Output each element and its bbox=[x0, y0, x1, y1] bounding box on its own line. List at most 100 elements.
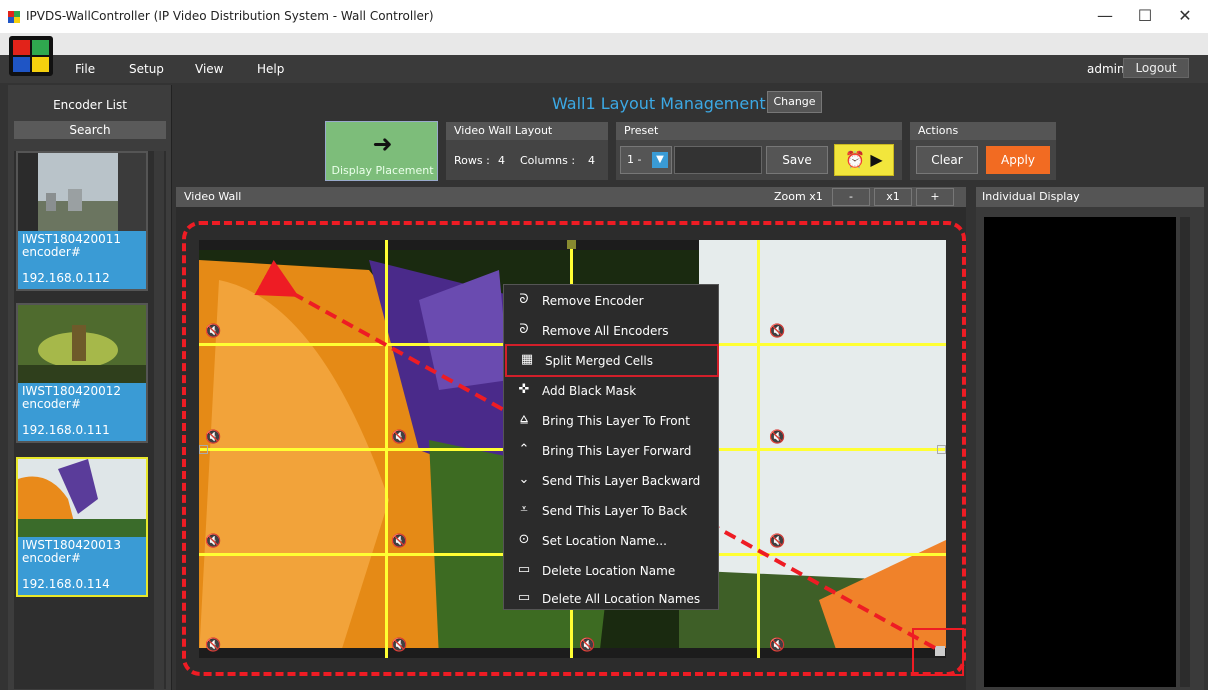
actions-header: Actions bbox=[910, 122, 1056, 140]
preset-select-value: 1 - bbox=[627, 153, 642, 166]
play-icon: ▶ bbox=[865, 150, 883, 169]
apply-button[interactable]: Apply bbox=[986, 146, 1050, 174]
rows-label: Rows : bbox=[454, 154, 490, 167]
menu-item-label: Send This Layer To Back bbox=[542, 504, 688, 518]
send-backward-icon: ⌄ bbox=[518, 472, 530, 487]
remove-all-encoders-icon: ᘐ bbox=[519, 322, 529, 337]
menu-bring-to-front[interactable]: ⩠ Bring This Layer To Front bbox=[504, 406, 720, 436]
window-title: IPVDS-WallController (IP Video Distribut… bbox=[26, 9, 434, 23]
encoder-list-panel: Encoder List Search IWST180420011 encode… bbox=[8, 85, 172, 690]
menu-item-label: Delete Location Name bbox=[542, 564, 676, 578]
menu-item-label: Bring This Layer Forward bbox=[542, 444, 692, 458]
layout-title: Wall1 Layout Management bbox=[552, 94, 766, 113]
display-placement-label: Display Placement bbox=[331, 164, 434, 177]
annotation-target-box bbox=[912, 628, 964, 676]
schedule-play-button[interactable]: ⏰ ▶ bbox=[834, 144, 894, 176]
video-wall-header: Video Wall Zoom x1 - x1 + bbox=[176, 187, 966, 207]
remove-encoder-icon: ᘐ bbox=[519, 292, 529, 307]
actions-panel: Clear Apply bbox=[910, 140, 1056, 180]
menu-view[interactable]: View bbox=[195, 62, 223, 76]
menu-help[interactable]: Help bbox=[257, 62, 284, 76]
menu-remove-all-encoders[interactable]: ᘐ Remove All Encoders bbox=[504, 316, 720, 346]
encoder-list[interactable]: IWST180420011 encoder# 192.168.0.112 IWS… bbox=[14, 151, 166, 689]
menu-remove-encoder[interactable]: ᘐ Remove Encoder bbox=[504, 286, 720, 316]
maximize-button[interactable]: ☐ bbox=[1130, 6, 1160, 25]
zoom-in-button[interactable]: + bbox=[916, 188, 954, 206]
columns-value[interactable]: 4 bbox=[588, 154, 595, 167]
columns-label: Columns : bbox=[520, 154, 576, 167]
context-menu: ᘐ Remove Encoder ᘐ Remove All Encoders ▦… bbox=[503, 284, 719, 610]
add-mask-icon: ✜ bbox=[518, 382, 530, 397]
preset-panel: 1 - ▼ Save ⏰ ▶ bbox=[616, 140, 902, 180]
menu-split-merged-cells[interactable]: ▦ Split Merged Cells bbox=[505, 344, 719, 377]
encoder-thumbnail bbox=[18, 153, 146, 231]
menu-item-label: Send This Layer Backward bbox=[542, 474, 701, 488]
individual-display-title: Individual Display bbox=[982, 190, 1080, 203]
logout-button[interactable]: Logout bbox=[1123, 58, 1189, 78]
menu-delete-location-name[interactable]: ▭ Delete Location Name bbox=[504, 556, 720, 586]
encoder-card[interactable]: IWST180420011 encoder# 192.168.0.112 bbox=[16, 151, 148, 291]
app-icon bbox=[8, 11, 20, 23]
menu-add-black-mask[interactable]: ✜ Add Black Mask bbox=[504, 376, 720, 406]
zoom-reset-button[interactable]: x1 bbox=[874, 188, 912, 206]
menu-send-to-back[interactable]: ⩡ Send This Layer To Back bbox=[504, 496, 720, 526]
menu-item-label: Remove Encoder bbox=[542, 294, 644, 308]
encoder-name: IWST180420012 encoder# bbox=[22, 384, 122, 411]
menu-item-label: Add Black Mask bbox=[542, 384, 637, 398]
save-button[interactable]: Save bbox=[766, 146, 828, 174]
encoder-list-title: Encoder List bbox=[53, 98, 127, 112]
display-placement-button[interactable]: ➜ Display Placement bbox=[325, 121, 438, 181]
send-back-icon: ⩡ bbox=[520, 502, 528, 517]
individual-display-screen[interactable] bbox=[984, 217, 1176, 687]
menu-item-label: Remove All Encoders bbox=[542, 324, 669, 338]
encoder-card[interactable]: IWST180420012 encoder# 192.168.0.111 bbox=[16, 303, 148, 443]
encoder-card[interactable]: IWST180420013 encoder# 192.168.0.114 bbox=[16, 457, 148, 597]
encoder-ip: 192.168.0.111 bbox=[22, 423, 110, 437]
encoder-thumbnail bbox=[18, 305, 146, 383]
individual-display-header: Individual Display bbox=[976, 187, 1204, 207]
encoder-thumbnail bbox=[18, 459, 146, 537]
minimize-button[interactable]: — bbox=[1090, 6, 1120, 25]
search-button[interactable]: Search bbox=[14, 121, 166, 139]
video-wall-layout-header: Video Wall Layout bbox=[446, 122, 608, 140]
individual-display-scrollbar[interactable] bbox=[1180, 217, 1190, 687]
menubar: File Setup View Help admin Logout bbox=[0, 33, 1208, 83]
clear-button[interactable]: Clear bbox=[916, 146, 978, 174]
preset-select[interactable]: 1 - ▼ bbox=[620, 146, 672, 174]
window-titlebar: IPVDS-WallController (IP Video Distribut… bbox=[0, 0, 1208, 33]
menu-item-label: Split Merged Cells bbox=[545, 354, 653, 368]
split-cells-icon: ▦ bbox=[520, 352, 534, 367]
preset-header: Preset bbox=[616, 122, 902, 140]
menu-item-label: Bring This Layer To Front bbox=[542, 414, 690, 428]
menu-setup[interactable]: Setup bbox=[129, 62, 164, 76]
zoom-label: Zoom x1 bbox=[774, 190, 823, 203]
arrow-right-icon: ➜ bbox=[372, 130, 393, 158]
delete-location-icon: ▭ bbox=[517, 562, 531, 577]
encoder-ip: 192.168.0.112 bbox=[22, 271, 110, 285]
video-wall-title: Video Wall bbox=[184, 190, 242, 203]
rows-value[interactable]: 4 bbox=[498, 154, 505, 167]
chevron-down-icon: ▼ bbox=[652, 152, 668, 168]
video-wall-layout-panel: Rows : 4 Columns : 4 bbox=[446, 140, 608, 180]
bring-front-icon: ⩠ bbox=[520, 412, 528, 427]
individual-display-panel bbox=[976, 207, 1204, 690]
menu-set-location-name[interactable]: ⊙ Set Location Name... bbox=[504, 526, 720, 556]
menu-item-label: Set Location Name... bbox=[542, 534, 667, 548]
menu-delete-all-location-names[interactable]: ▭ Delete All Location Names bbox=[504, 584, 720, 614]
location-pin-icon: ⊙ bbox=[518, 532, 530, 547]
zoom-out-button[interactable]: - bbox=[832, 188, 870, 206]
menu-item-label: Delete All Location Names bbox=[542, 592, 701, 606]
menu-bring-forward[interactable]: ⌃ Bring This Layer Forward bbox=[504, 436, 720, 466]
menu-file[interactable]: File bbox=[75, 62, 95, 76]
close-button[interactable]: ✕ bbox=[1170, 6, 1200, 25]
app-logo bbox=[9, 36, 53, 76]
change-button[interactable]: Change bbox=[767, 91, 822, 113]
encoder-name: IWST180420013 encoder# bbox=[22, 538, 122, 565]
encoder-name: IWST180420011 encoder# bbox=[22, 232, 122, 259]
encoder-ip: 192.168.0.114 bbox=[22, 577, 110, 591]
preset-name-input[interactable] bbox=[674, 146, 762, 174]
menu-send-backward[interactable]: ⌄ Send This Layer Backward bbox=[504, 466, 720, 496]
alarm-clock-icon: ⏰ bbox=[845, 150, 866, 169]
encoder-list-scrollbar[interactable] bbox=[154, 151, 164, 689]
user-name: admin bbox=[1087, 62, 1125, 76]
